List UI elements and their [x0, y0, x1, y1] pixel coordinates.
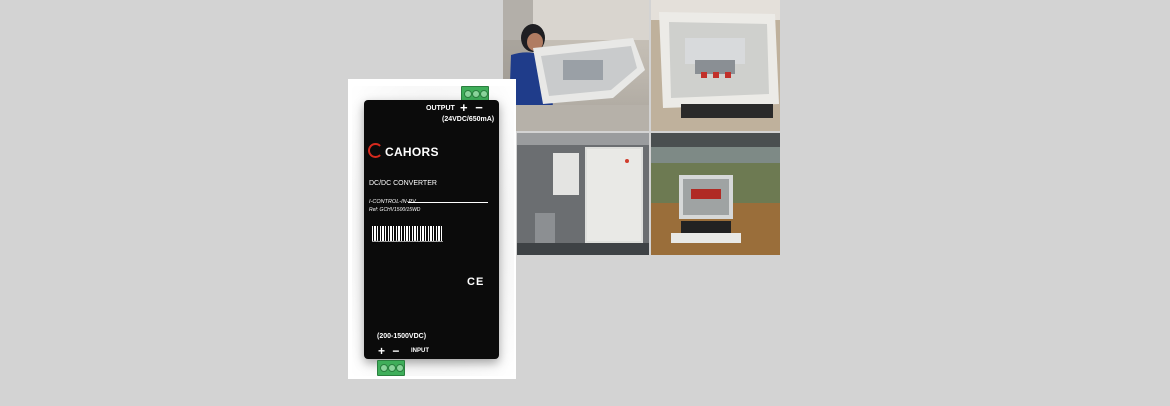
output-polarity: + −: [460, 100, 485, 115]
input-polarity: + −: [378, 344, 402, 358]
photo-worker-assembling-enclosure: [503, 0, 649, 131]
input-terminal-block: [377, 360, 405, 376]
output-spec: (24VDC/650mA): [442, 116, 495, 123]
brand-name: CAHORS: [385, 145, 439, 159]
photo-open-combiner-box: [651, 0, 780, 131]
brand-logo: CAHORS: [368, 143, 439, 159]
ce-mark: CE: [467, 276, 485, 288]
output-label: OUTPUT: [426, 105, 455, 112]
barcode-baseline: [372, 241, 443, 242]
product-ref: Ref: GCHV1500/15WD: [369, 207, 421, 213]
photo-field-installed-box: [651, 133, 780, 255]
photo-collage: [503, 0, 780, 255]
product-name-rule: [408, 202, 488, 203]
barcode: [372, 226, 443, 241]
input-label: INPUT: [411, 348, 429, 354]
cahors-logo-icon: [368, 143, 383, 158]
input-spec: (200-1500VDC): [377, 333, 427, 340]
product-type: DC/DC CONVERTER: [369, 180, 437, 187]
photo-wall-mounted-cabinets: [517, 133, 649, 255]
